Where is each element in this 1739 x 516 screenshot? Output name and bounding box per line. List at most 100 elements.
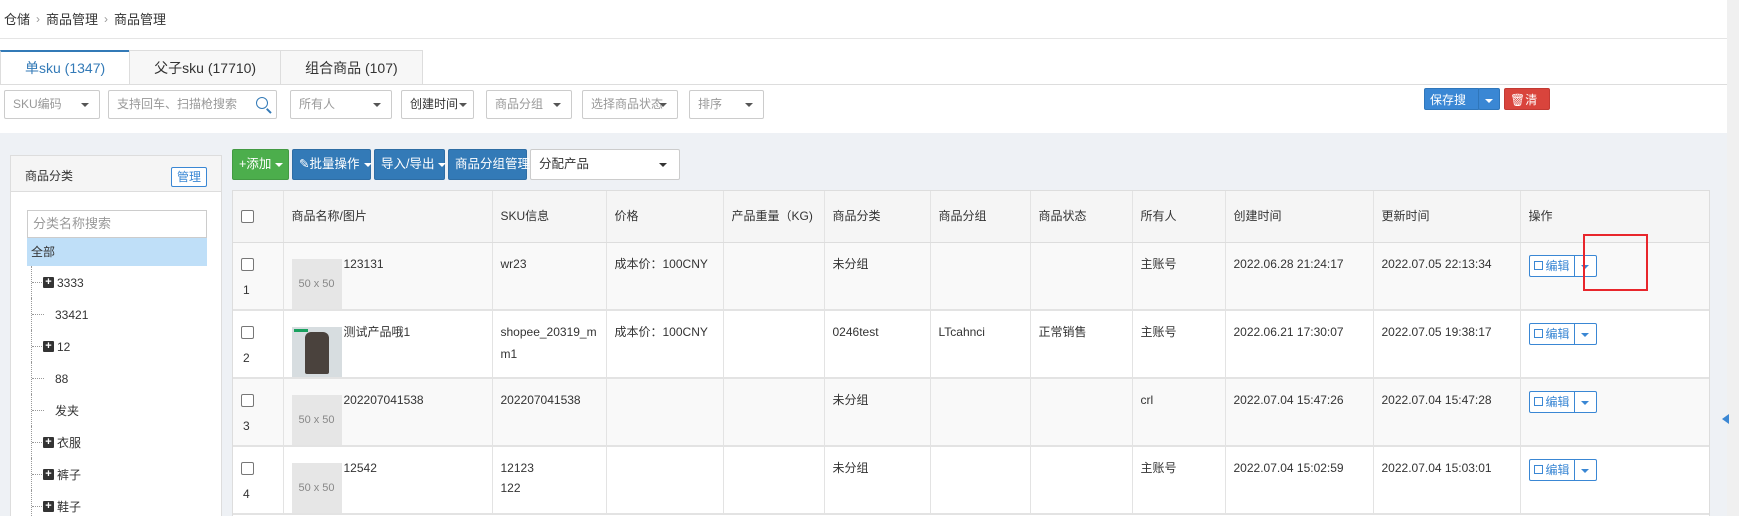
page-scrollbar[interactable] [1727, 0, 1739, 516]
product-name[interactable]: 123131 [344, 253, 384, 275]
category-label: 3333 [57, 275, 84, 290]
row-checkbox[interactable] [241, 257, 254, 271]
table-row[interactable]: 2 测试产品哦1 shopee_20319_mm1 成本价：100CNY 024… [233, 310, 1709, 379]
table-row[interactable]: 1 50 x 50123131 wr23 成本价：100CNY 未分组 主账号 … [233, 242, 1709, 311]
weight-cell [723, 446, 825, 515]
group-manage-button[interactable]: 商品分组管理 [448, 149, 530, 180]
status-cell: 正常销售 [1030, 310, 1133, 379]
expand-icon[interactable]: + [43, 501, 54, 513]
edit-button[interactable]: 编辑 [1528, 391, 1575, 413]
created-time-label: 创建时间 [410, 97, 459, 111]
actions-cell: 编辑 [1520, 378, 1709, 447]
edit-button[interactable]: 编辑 [1528, 323, 1575, 345]
product-name[interactable]: 12542 [344, 457, 377, 479]
updated-time-cell: 2022.07.04 15:03:01 [1373, 446, 1521, 515]
edit-icon [1533, 260, 1543, 270]
caret-down-icon [373, 103, 381, 107]
tab-parent-child-sku[interactable]: 父子sku (17710) [129, 50, 282, 85]
row-number: 3 [243, 419, 250, 433]
more-actions-dropdown[interactable] [1574, 459, 1597, 481]
column-header: 更新时间 [1373, 191, 1521, 243]
import-export-button[interactable]: 导入/导出 [374, 149, 447, 180]
row-select-cell: 2 [233, 310, 284, 379]
expand-icon[interactable]: + [43, 469, 54, 481]
expand-icon[interactable]: + [43, 277, 54, 289]
tab-combo-products[interactable]: 组合商品 (107) [280, 50, 423, 85]
more-actions-dropdown[interactable] [1574, 323, 1597, 345]
category-label: 衣服 [57, 435, 82, 450]
sort-select[interactable]: 排序 [689, 90, 764, 119]
owner-select[interactable]: 所有人 [290, 90, 392, 119]
category-label: 33421 [55, 307, 89, 322]
row-actions: 编辑 [1528, 254, 1597, 277]
row-checkbox[interactable] [241, 462, 254, 476]
category-item[interactable]: + 衣服 [27, 426, 207, 458]
expand-icon[interactable]: + [43, 341, 54, 353]
table-row[interactable]: 4 50 x 5012542 12123 122 未分组 主账号 2022.07.… [233, 446, 1709, 515]
search-placeholder: 支持回车、扫描枪搜索 [117, 97, 238, 111]
product-group-label: 商品分组 [495, 97, 544, 111]
created-time-cell: 2022.07.04 15:47:26 [1225, 378, 1374, 447]
edit-button[interactable]: 编辑 [1528, 254, 1575, 277]
category-label: 12 [57, 339, 71, 354]
sku-code-select[interactable]: SKU编码 [4, 90, 100, 119]
search-icon[interactable] [256, 97, 268, 109]
sku-cell: 12123 122 [492, 446, 607, 515]
expand-icon[interactable]: + [43, 437, 54, 449]
add-button[interactable]: +添加 [232, 149, 289, 180]
category-item[interactable]: +3333 [27, 266, 207, 298]
clear-button[interactable]: 🗑清空 [1504, 88, 1550, 129]
sku-code-select-label: SKU编码 [13, 97, 62, 111]
more-actions-dropdown[interactable] [1574, 391, 1597, 413]
product-image[interactable] [291, 327, 342, 377]
caret-down-icon [459, 103, 467, 107]
created-time-select[interactable]: 创建时间 [401, 90, 474, 119]
sku-cell: shopee_20319_mm1 [492, 310, 607, 379]
product-group-select[interactable]: 商品分组 [486, 90, 572, 119]
product-image-placeholder[interactable]: 50 x 50 [291, 258, 342, 309]
category-item[interactable]: + 鞋子 [27, 490, 207, 516]
category-item[interactable]: 发夹 [27, 394, 207, 426]
category-item[interactable]: 33421 [27, 298, 207, 330]
more-actions-dropdown[interactable] [1574, 254, 1597, 277]
assign-product-select[interactable]: 分配产品 [530, 149, 680, 180]
category-all[interactable]: 全部 [27, 238, 207, 266]
search-input[interactable]: 支持回车、扫描枪搜索 [108, 90, 277, 119]
select-all-checkbox[interactable] [241, 210, 254, 224]
breadcrumb-item[interactable]: 商品管理 [46, 9, 98, 28]
edit-icon [1533, 329, 1543, 339]
breadcrumb-item[interactable]: 仓储 [4, 9, 30, 28]
batch-operation-button[interactable]: ✎批量操作 [292, 149, 372, 180]
updated-time-cell: 2022.07.04 15:47:28 [1373, 378, 1521, 447]
product-image-placeholder[interactable]: 50 x 50 [291, 463, 342, 513]
category-item[interactable]: + 裤子 [27, 458, 207, 490]
filter-bar: SKU编码 支持回车、扫描枪搜索 所有人 创建时间 商品分组 选择商品状态 排序… [0, 85, 1739, 133]
owner-cell: crl [1132, 378, 1226, 447]
group-cell [930, 378, 1031, 447]
manage-categories-button[interactable]: 管理 [170, 167, 207, 187]
product-status-select[interactable]: 选择商品状态 [582, 90, 678, 119]
edit-label: 编辑 [1545, 463, 1570, 477]
select-all-cell [233, 191, 284, 243]
price-cell [606, 446, 724, 515]
product-name[interactable]: 测试产品哦1 [344, 321, 411, 343]
product-image-placeholder[interactable]: 50 x 50 [291, 395, 342, 445]
price-cell: 成本价：100CNY [606, 242, 724, 311]
category-item[interactable]: +12 [27, 330, 207, 362]
save-search-button[interactable]: 保存搜索 [1424, 88, 1480, 129]
category-tree: 全部 +3333 33421 +12 88 发夹 + 衣服 + 裤子 + 鞋子 [27, 238, 207, 516]
caret-down-icon [659, 103, 667, 107]
tab-single-sku[interactable]: 单sku (1347) [0, 50, 131, 85]
save-search-dropdown[interactable] [1478, 88, 1500, 110]
row-checkbox[interactable] [241, 326, 254, 340]
edit-label: 编辑 [1545, 258, 1570, 273]
edit-button[interactable]: 编辑 [1528, 459, 1575, 481]
product-name[interactable]: 202207041538 [344, 389, 424, 411]
collapse-arrow-icon[interactable] [1722, 414, 1729, 424]
table-row[interactable]: 3 50 x 50202207041538 202207041538 未分组 c… [233, 378, 1709, 447]
sku-line: 12123 [500, 461, 534, 475]
category-search-input[interactable]: 分类名称搜索 [27, 210, 207, 238]
row-checkbox[interactable] [241, 394, 254, 408]
category-item[interactable]: 88 [27, 362, 207, 394]
owner-cell: 主账号 [1132, 310, 1226, 379]
